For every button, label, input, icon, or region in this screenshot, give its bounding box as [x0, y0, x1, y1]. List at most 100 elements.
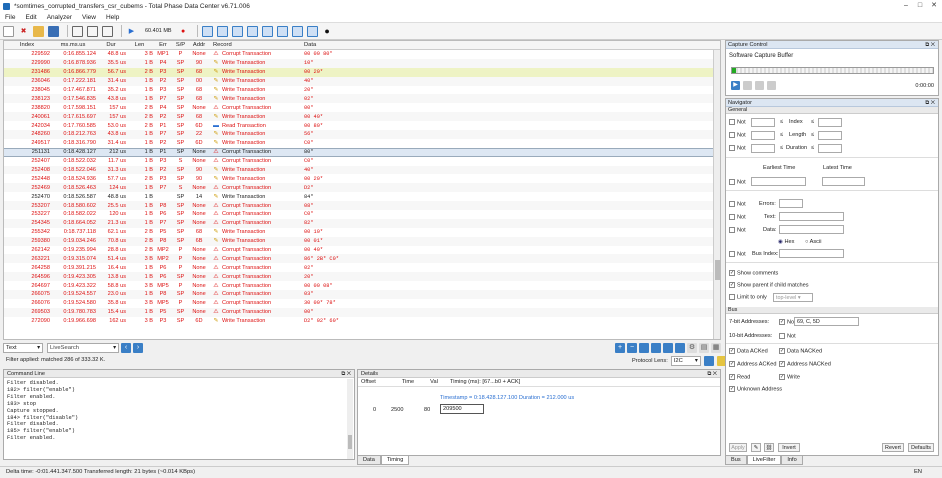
duration-min-field[interactable] — [751, 144, 775, 153]
nav2-icon[interactable] — [651, 343, 661, 353]
device-icon[interactable] — [72, 25, 83, 37]
filter-icon[interactable]: ▤ — [699, 343, 709, 353]
nav4-icon[interactable] — [675, 343, 685, 353]
hex-radio[interactable]: ◉ Hex — [778, 239, 794, 245]
table-row[interactable]: 252469 0:18.526.463 124 us 1 B P7 S None ⚠ Corru… — [4, 183, 720, 193]
col-index[interactable]: Index — [4, 42, 50, 48]
apply-button[interactable]: Apply — [729, 443, 747, 452]
bomb-icon[interactable]: ● — [322, 26, 333, 37]
table-row[interactable]: 266075 0:19.524.557 23.0 us 1 B P8 SP None ⚠ Cor… — [4, 290, 720, 299]
menu-help[interactable]: Help — [101, 14, 124, 21]
errors-field[interactable] — [779, 199, 803, 208]
table-row[interactable]: 251131 0:18.428.127 212 us 1 B P1 SP None ⚠ Corr… — [4, 147, 720, 157]
view7-icon[interactable] — [291, 25, 303, 37]
capture-pause-icon[interactable] — [755, 81, 764, 90]
view3-icon[interactable] — [231, 25, 243, 37]
link-icon[interactable]: ⛓ — [764, 443, 774, 452]
settings-icon[interactable]: ⚙ — [687, 343, 697, 353]
menu-file[interactable]: File — [0, 14, 20, 21]
capture-stop-icon[interactable] — [743, 81, 752, 90]
table-row[interactable]: 242034 0:17.760.585 53.0 us 2 B P1 SP 6D ▬ Read … — [4, 121, 720, 130]
table-row[interactable]: 264596 0:19.423.305 13.8 us 1 B P6 SP None ⚠ Cor… — [4, 272, 720, 282]
table-row[interactable]: 238123 0:17.546.835 43.8 us 1 B P7 SP 68 ✎ Write… — [4, 94, 720, 104]
col-len[interactable]: Len — [126, 42, 153, 48]
menu-analyzer[interactable]: Analyzer — [42, 14, 77, 21]
col-err[interactable]: Err — [153, 42, 173, 48]
table-row[interactable]: 252407 0:18.522.032 11.7 us 1 B P3 S None ⚠ Corr… — [4, 157, 720, 166]
not-text-checkbox[interactable] — [729, 214, 735, 220]
table-scrollbar[interactable] — [713, 50, 720, 339]
table-row[interactable]: 264258 0:19.391.215 16.4 us 1 B P6 P None ⚠ Corr… — [4, 263, 720, 272]
length-max-field[interactable] — [818, 131, 842, 140]
data-acked-checkbox[interactable]: ✓ — [729, 348, 735, 354]
lens-icon[interactable] — [703, 356, 714, 366]
show-parent-checkbox[interactable]: ✓ — [729, 282, 735, 288]
table-row[interactable]: 238820 0:17.598.151 157 us 2 B P4 SP None ⚠ Corr… — [4, 103, 720, 112]
tab-data[interactable]: Data — [357, 456, 381, 465]
view6-icon[interactable] — [276, 25, 288, 37]
col-record[interactable]: Record — [210, 42, 302, 48]
table-row[interactable]: 238045 0:17.467.871 35.2 us 1 B P3 SP 68 ✎ Write… — [4, 86, 720, 95]
limit-checkbox[interactable] — [729, 294, 735, 300]
col-dur[interactable]: Dur — [96, 42, 126, 48]
table-row[interactable]: 266076 0:19.524.580 35.8 us 3 B MP5 P None ⚠ Cor… — [4, 299, 720, 308]
pane-controls-icon[interactable]: ⧉ ✕ — [707, 370, 717, 378]
invert-button[interactable]: Invert — [778, 443, 800, 452]
search-next-button[interactable]: › — [133, 343, 143, 353]
latest-time-field[interactable] — [822, 177, 865, 186]
table-row[interactable]: 252470 0:18.526.587 48.8 us 1 B SP 14 ✎ Write T… — [4, 192, 720, 201]
table-row[interactable]: 252448 0:18.524.936 57.7 us 2 B P3 SP 90 ✎ Write… — [4, 174, 720, 183]
data-nacked-checkbox[interactable]: ✓ — [779, 348, 785, 354]
col-addr[interactable]: Addr — [188, 42, 210, 48]
ascii-radio[interactable]: ○ Ascii — [805, 239, 821, 245]
revert-button[interactable]: Revert — [882, 443, 904, 452]
table-row[interactable]: 264697 0:19.423.322 58.8 us 3 B MP5 P None ⚠ Cor… — [4, 281, 720, 290]
tab-info[interactable]: Info — [781, 456, 803, 465]
table-row[interactable]: 263221 0:19.315.074 51.4 us 3 B MP2 P None ⚠ Cor… — [4, 254, 720, 264]
table-row[interactable]: 269503 0:19.780.783 15.4 us 1 B P5 SP None ⚠ Cor… — [4, 307, 720, 317]
scroll-thumb[interactable] — [715, 260, 720, 280]
live-search-input[interactable]: LiveSearch ▾ — [47, 343, 119, 353]
table-row[interactable]: 254345 0:18.664.052 21.3 us 1 B P7 SP None ⚠ Cor… — [4, 218, 720, 228]
nav3-icon[interactable] — [663, 343, 673, 353]
index-max-field[interactable] — [818, 118, 842, 127]
view4-icon[interactable] — [246, 25, 258, 37]
config-icon[interactable] — [87, 25, 98, 37]
data-filter-field[interactable] — [779, 225, 844, 234]
table-row[interactable]: 240061 0:17.615.697 157 us 2 B P2 SP 68 ✎ Write … — [4, 112, 720, 122]
menu-view[interactable]: View — [77, 14, 101, 21]
record-icon[interactable]: ● — [178, 26, 189, 37]
pane-controls-icon[interactable]: ⧉ ✕ — [341, 370, 351, 378]
nav1-icon[interactable] — [639, 343, 649, 353]
length-min-field[interactable] — [751, 131, 775, 140]
addr7-field[interactable]: 69, C, 5D — [794, 317, 859, 326]
not-errors-checkbox[interactable] — [729, 201, 735, 207]
close-file-icon[interactable]: ✖ — [18, 26, 29, 37]
table-row[interactable]: 229592 0:16.855.124 48.8 us 3 B MP1 P None ⚠ Cor… — [4, 50, 720, 59]
search-mode-select[interactable]: Text ▾ — [3, 343, 43, 353]
maximize-button[interactable]: □ — [914, 1, 926, 10]
close-button[interactable]: ✕ — [928, 1, 940, 10]
play-icon[interactable]: ▶ — [126, 26, 137, 37]
read-checkbox[interactable]: ✓ — [729, 374, 735, 380]
view5-icon[interactable] — [261, 25, 273, 37]
table-row[interactable]: 259380 0:19.034.246 70.8 us 2 B P8 SP 6B ✎ Write… — [4, 236, 720, 246]
tab-livefilter[interactable]: LiveFilter — [746, 456, 782, 465]
table-row[interactable]: 249517 0:18.316.790 31.4 us 1 B P2 SP 6D ✎ Write… — [4, 139, 720, 148]
add-icon[interactable]: + — [615, 343, 625, 353]
index-min-field[interactable] — [751, 118, 775, 127]
not-addr7-checkbox[interactable]: ✓ — [779, 319, 785, 325]
view1-icon[interactable] — [201, 25, 213, 37]
minimize-button[interactable]: – — [900, 1, 912, 10]
search-prev-button[interactable]: ‹ — [121, 343, 131, 353]
capture-play-icon[interactable]: ▶ — [731, 81, 740, 90]
table-row[interactable]: 253207 0:18.580.602 25.5 us 1 B P8 SP None ⚠ Cor… — [4, 201, 720, 211]
new-icon[interactable] — [3, 25, 14, 37]
col-data[interactable]: Data — [302, 42, 720, 48]
edit-icon[interactable]: ✎ — [751, 443, 761, 452]
remove-icon[interactable]: − — [627, 343, 637, 353]
not-index-checkbox[interactable] — [729, 119, 735, 125]
table-row[interactable]: 253227 0:18.582.022 120 us 1 B P6 SP None ⚠ Corr… — [4, 210, 720, 219]
not-length-checkbox[interactable] — [729, 132, 735, 138]
save-icon[interactable] — [48, 25, 59, 37]
